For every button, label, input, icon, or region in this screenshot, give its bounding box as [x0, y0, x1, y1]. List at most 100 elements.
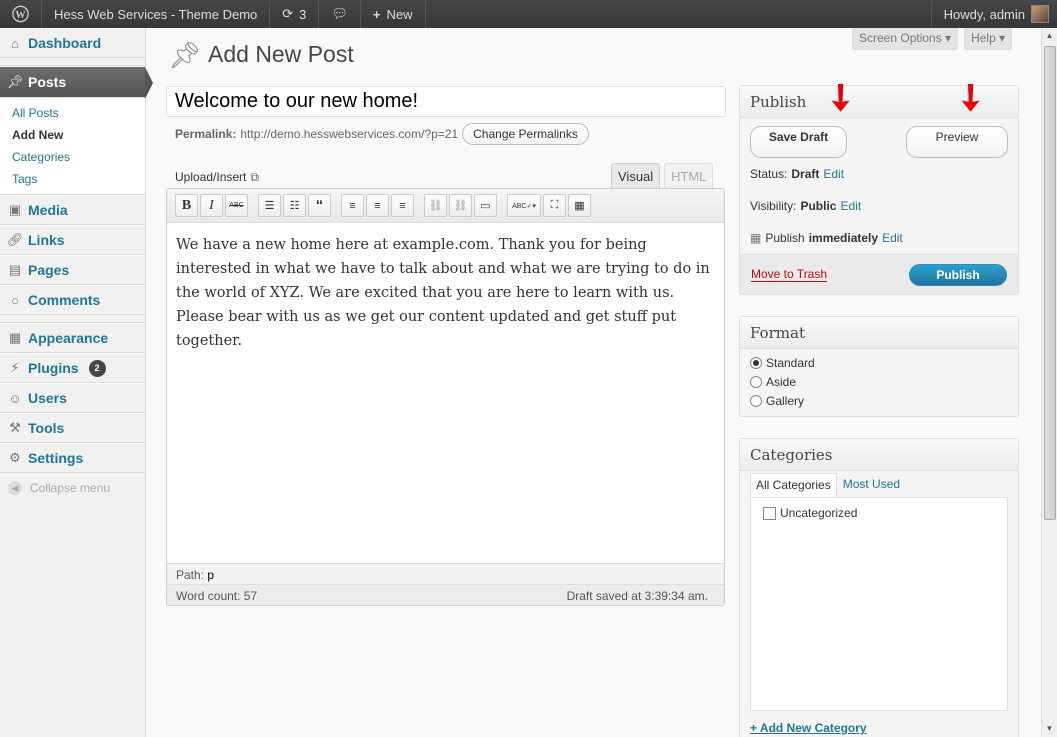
editor-status-bar: Word count: 57 Draft saved at 3:39:34 am…: [167, 584, 724, 605]
schedule-edit-link[interactable]: Edit: [882, 231, 903, 245]
add-new-category-link[interactable]: + Add New Category: [750, 721, 1008, 735]
settings-icon: ⚙: [9, 450, 21, 465]
page-scrollbar[interactable]: ▲ ▼: [1041, 28, 1057, 737]
align-center-icon[interactable]: ≡: [366, 194, 389, 217]
menu-media[interactable]: ▣ Media: [0, 195, 145, 225]
path-label: Path:: [176, 568, 205, 582]
radio-button[interactable]: [750, 356, 762, 369]
schedule-label: Publish: [765, 231, 805, 245]
howdy-label: Howdy, admin: [943, 6, 1025, 22]
move-to-trash-link[interactable]: Move to Trash: [751, 267, 828, 282]
menu-links-label: Links: [28, 232, 65, 248]
format-option-standard[interactable]: Standard: [740, 353, 1018, 372]
blockquote-icon[interactable]: “: [308, 194, 331, 217]
tab-visual[interactable]: Visual: [611, 163, 661, 189]
wordpress-logo-icon[interactable]: W: [0, 0, 42, 28]
screen-options-button[interactable]: Screen Options ▾: [852, 28, 959, 50]
numbered-list-icon[interactable]: ☷: [283, 194, 306, 217]
kitchen-sink-icon[interactable]: ▦: [568, 194, 591, 217]
fullscreen-icon[interactable]: ⛶: [543, 194, 566, 217]
scroll-down-arrow-icon[interactable]: ▼: [1042, 721, 1057, 737]
categories-heading[interactable]: Categories: [740, 439, 1018, 471]
permalink-url[interactable]: http://demo.hesswebservices.com/?p=21: [240, 127, 458, 141]
updates-link[interactable]: ⟳ 3: [270, 0, 320, 28]
admin-sidebar: ⌂ Dashboard 📌︎ Posts All Posts Add New Cat…: [0, 28, 153, 737]
align-right-icon[interactable]: ≡: [391, 194, 414, 217]
strikethrough-icon[interactable]: ABC: [225, 194, 248, 217]
posts-submenu: All Posts Add New Categories Tags: [0, 98, 145, 195]
category-checklist: Uncategorized: [750, 497, 1008, 711]
insert-more-icon[interactable]: ▭: [474, 194, 497, 217]
align-left-icon[interactable]: ≡: [341, 194, 364, 217]
visibility-edit-link[interactable]: Edit: [840, 199, 861, 213]
format-option-gallery[interactable]: Gallery: [740, 391, 1018, 410]
submenu-categories[interactable]: Categories: [12, 146, 145, 168]
tools-icon: ⚒: [9, 420, 21, 435]
format-option-label: Gallery: [766, 393, 805, 408]
insert-link-icon[interactable]: ⛓: [424, 194, 447, 217]
avatar: [1031, 5, 1049, 23]
new-content-link[interactable]: + New: [361, 0, 426, 28]
change-permalinks-button[interactable]: Change Permalinks: [462, 123, 589, 145]
tab-all-categories[interactable]: All Categories: [750, 473, 837, 497]
permalink-row: Permalink: http://demo.hesswebservices.c…: [175, 123, 589, 145]
status-value: Draft: [791, 167, 820, 181]
submenu-add-new[interactable]: Add New: [12, 124, 145, 146]
submenu-tags[interactable]: Tags: [12, 168, 145, 190]
italic-icon[interactable]: I: [200, 194, 223, 217]
site-name-link[interactable]: Hess Web Services - Theme Demo: [42, 0, 271, 28]
status-edit-link[interactable]: Edit: [823, 167, 844, 181]
format-box: Format Standard Aside Gallery: [739, 316, 1019, 417]
checkbox[interactable]: [763, 506, 776, 520]
radio-button[interactable]: [750, 375, 762, 388]
user-account-menu[interactable]: Howdy, admin: [930, 0, 1057, 28]
menu-posts[interactable]: 📌︎ Posts: [0, 66, 153, 99]
unlink-icon[interactable]: ⛓: [449, 194, 472, 217]
save-draft-button[interactable]: Save Draft: [750, 126, 847, 158]
radio-button[interactable]: [750, 394, 762, 407]
comments-icon[interactable]: 💬︎: [319, 0, 361, 28]
menu-links[interactable]: 🔗︎ Links: [0, 225, 145, 255]
format-option-aside[interactable]: Aside: [740, 372, 1018, 391]
category-item[interactable]: Uncategorized: [763, 506, 995, 520]
spellcheck-icon[interactable]: ABC✓▾: [507, 194, 541, 217]
plug-icon: ⚡︎: [10, 360, 20, 375]
menu-dashboard[interactable]: ⌂ Dashboard: [0, 28, 145, 58]
editor-content[interactable]: We have a new home here at example.com. …: [167, 223, 724, 563]
menu-users[interactable]: ☺ Users: [0, 383, 145, 413]
preview-button[interactable]: Preview: [906, 126, 1008, 158]
publish-box: Publish Save Draft Preview Status: Draft E…: [739, 85, 1019, 295]
dropdown-arrow-icon: ▾: [945, 31, 952, 45]
menu-settings[interactable]: ⚙ Settings: [0, 443, 145, 473]
menu-tools[interactable]: ⚒ Tools: [0, 413, 145, 443]
format-option-label: Aside: [766, 374, 797, 389]
tab-html[interactable]: HTML: [664, 163, 714, 189]
menu-comments[interactable]: ○ Comments: [0, 285, 145, 315]
scrollbar-thumb[interactable]: [1044, 46, 1056, 520]
collapse-menu[interactable]: ◀ Collapse menu: [0, 473, 145, 503]
bullet-list-icon[interactable]: ☰: [258, 194, 281, 217]
menu-plugins[interactable]: ⚡︎ Plugins 2: [0, 353, 145, 383]
tab-most-used[interactable]: Most Used: [837, 473, 906, 497]
menu-comments-label: Comments: [28, 292, 101, 308]
scroll-up-arrow-icon[interactable]: ▲: [1042, 28, 1057, 44]
format-heading[interactable]: Format: [740, 317, 1018, 349]
screen-options-label: Screen Options: [859, 31, 942, 45]
path-value[interactable]: p: [207, 568, 214, 582]
upload-insert[interactable]: Upload/Insert ⧉: [175, 170, 259, 185]
publish-button[interactable]: Publish: [909, 263, 1007, 286]
help-button[interactable]: Help ▾: [964, 28, 1013, 50]
submenu-all-posts[interactable]: All Posts: [12, 102, 145, 124]
major-publishing-actions: Move to Trash Publish: [740, 254, 1018, 294]
menu-pages[interactable]: ▤ Pages: [0, 255, 145, 285]
editor-tabs: Upload/Insert ⧉ Visual HTML: [166, 163, 726, 189]
menu-appearance[interactable]: ▦ Appearance: [0, 323, 145, 353]
updates-icon: ⟳: [282, 6, 294, 21]
add-media-icon[interactable]: ⧉: [250, 170, 259, 185]
bold-icon[interactable]: B: [175, 194, 198, 217]
format-options: Standard Aside Gallery: [740, 349, 1018, 410]
menu-appearance-label: Appearance: [28, 330, 109, 346]
appearance-icon: ▦: [8, 330, 22, 345]
post-title-input[interactable]: Welcome to our new home!: [166, 86, 726, 117]
category-tabs: All Categories Most Used Uncategorized +…: [740, 471, 1018, 735]
